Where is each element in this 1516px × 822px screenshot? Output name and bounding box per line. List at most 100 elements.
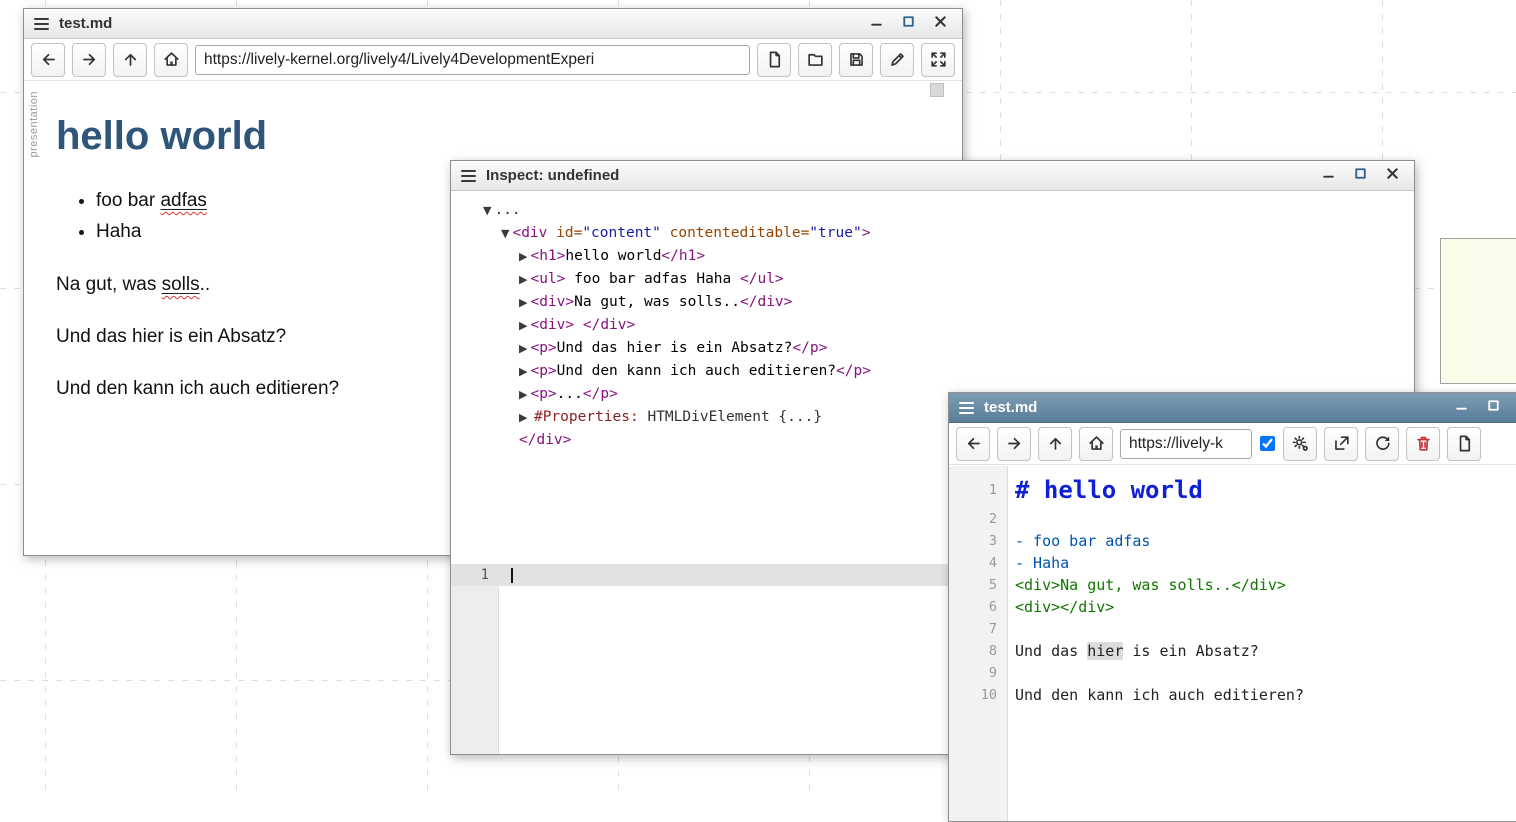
editor-line-text[interactable] — [1007, 618, 1015, 640]
expand-arrow-icon[interactable]: ▼ — [501, 227, 509, 240]
fullscreen-button[interactable] — [921, 43, 955, 77]
arrow-up-icon — [1046, 434, 1065, 453]
minimize-icon — [868, 13, 885, 35]
close-button[interactable] — [930, 14, 950, 34]
save-button[interactable] — [839, 43, 873, 77]
code-token — [574, 317, 583, 333]
tree-row[interactable]: ▶<p>Und das hier is ein Absatz?</p> — [483, 337, 1414, 360]
expand-arrow-icon[interactable]: ▶ — [519, 273, 527, 286]
editor-line[interactable]: 7 — [949, 618, 1516, 640]
reload-button[interactable] — [1365, 427, 1399, 461]
browse-folder-button[interactable] — [798, 43, 832, 77]
floppy-icon — [847, 50, 866, 69]
expand-arrow-icon[interactable]: ▶ — [519, 411, 531, 424]
expand-arrow-icon[interactable]: ▶ — [519, 388, 527, 401]
up-button[interactable] — [113, 43, 147, 77]
misspelled-word-text: solls — [162, 274, 200, 295]
code-token: - Haha — [1015, 554, 1069, 572]
code-token: Und den kann ich auch editieren? — [1015, 686, 1304, 704]
editor-line[interactable]: 8Und das hier is ein Absatz? — [949, 640, 1516, 662]
tree-row[interactable]: ▼<div id="content" contenteditable="true… — [483, 222, 1414, 245]
editor-line-text[interactable]: Und den kann ich auch editieren? — [1007, 684, 1304, 706]
menu-icon[interactable] — [34, 15, 49, 33]
window-controls — [1451, 398, 1516, 418]
expand-arrow-icon[interactable]: ▶ — [519, 342, 527, 355]
edit-button[interactable] — [880, 43, 914, 77]
editor-line[interactable]: 6<div></div> — [949, 596, 1516, 618]
editor-line-text[interactable]: # hello world — [1007, 472, 1203, 508]
code-editor[interactable]: 1# hello world23- foo bar adfas4- Haha5<… — [949, 466, 1516, 821]
editor-line-text[interactable] — [1007, 508, 1015, 530]
tree-row[interactable]: ▶<div> </div> — [483, 314, 1414, 337]
presentation-label: presentation — [28, 91, 40, 158]
editor-line-text[interactable]: - Haha — [1007, 552, 1069, 574]
editor-line[interactable]: 9 — [949, 662, 1516, 684]
refresh-icon — [1373, 434, 1392, 453]
code-token: </ul> — [740, 271, 784, 287]
editor-line-text[interactable]: - foo bar adfas — [1007, 530, 1150, 552]
editor-line[interactable]: 10Und den kann ich auch editieren? — [949, 684, 1516, 706]
back-button[interactable] — [31, 43, 65, 77]
expand-arrow-icon[interactable]: ▶ — [519, 319, 527, 332]
open-external-button[interactable] — [1324, 427, 1358, 461]
url-input[interactable] — [195, 45, 750, 75]
editor-line-text[interactable]: <div></div> — [1007, 596, 1114, 618]
tree-row[interactable]: ▶<ul> foo bar adfas Haha </ul> — [483, 268, 1414, 291]
expand-arrow-icon[interactable]: ▶ — [519, 365, 527, 378]
editor-line[interactable]: 4- Haha — [949, 552, 1516, 574]
tree-row[interactable]: ▶<div>Na gut, was solls..</div> — [483, 291, 1414, 314]
tree-row[interactable]: ▼... — [483, 199, 1414, 222]
forward-button[interactable] — [72, 43, 106, 77]
code-token: <div — [512, 225, 547, 241]
minimize-button[interactable] — [1318, 166, 1338, 186]
code-token: <div> — [530, 317, 574, 333]
new-file-button[interactable] — [1447, 427, 1481, 461]
tree-row[interactable]: ▶<p>Und den kann ich auch editieren?</p> — [483, 360, 1414, 383]
expand-icon — [929, 50, 948, 69]
line-number: 8 — [949, 640, 1007, 662]
editor-line-text[interactable]: Und das hier is ein Absatz? — [1007, 640, 1259, 662]
editor-line[interactable]: 1# hello world — [949, 472, 1516, 508]
editor-line[interactable]: 3- foo bar adfas — [949, 530, 1516, 552]
maximize-button[interactable] — [898, 14, 918, 34]
url-input[interactable] — [1120, 429, 1252, 459]
misspelled-word-text: adfas — [160, 190, 206, 211]
editor-line[interactable]: 2 — [949, 508, 1516, 530]
md-heading[interactable]: hello world — [56, 113, 962, 159]
editor-line-text[interactable] — [1007, 662, 1015, 684]
folder-icon — [806, 50, 825, 69]
titlebar[interactable]: Inspect: undefined — [451, 161, 1414, 191]
menu-icon[interactable] — [959, 399, 974, 417]
titlebar[interactable]: test.md — [949, 393, 1516, 423]
code-token: <div></div> — [1015, 598, 1114, 616]
code-token: hello world — [565, 248, 661, 264]
editor-line[interactable]: 5<div>Na gut, was solls..</div> — [949, 574, 1516, 596]
up-button[interactable] — [1038, 427, 1072, 461]
maximize-button[interactable] — [1483, 398, 1503, 418]
minimize-button[interactable] — [1451, 398, 1471, 418]
scrollbar-stub[interactable] — [930, 83, 944, 97]
tree-row[interactable]: ▶<h1>hello world</h1> — [483, 245, 1414, 268]
maximize-button[interactable] — [1350, 166, 1370, 186]
home-button[interactable] — [154, 43, 188, 77]
home-button[interactable] — [1079, 427, 1113, 461]
menu-icon[interactable] — [461, 167, 476, 185]
external-icon — [1332, 434, 1351, 453]
editor-line-text[interactable]: <div>Na gut, was solls..</div> — [1007, 574, 1286, 596]
expand-arrow-icon[interactable]: ▼ — [483, 204, 491, 217]
titlebar[interactable]: test.md — [24, 9, 962, 39]
minimize-button[interactable] — [866, 14, 886, 34]
expand-arrow-icon[interactable]: ▶ — [519, 250, 527, 263]
settings-button[interactable] — [1283, 427, 1317, 461]
auto-update-checkbox[interactable] — [1260, 436, 1275, 451]
code-token: ... — [557, 386, 583, 402]
window-markdown-editor: test.md 1# hello world23- foo bar adfas4… — [948, 392, 1516, 822]
close-button[interactable] — [1382, 166, 1402, 186]
forward-button[interactable] — [997, 427, 1031, 461]
arrow-right-icon — [1005, 434, 1024, 453]
back-button[interactable] — [956, 427, 990, 461]
expand-arrow-icon[interactable]: ▶ — [519, 296, 527, 309]
maximize-icon — [1485, 397, 1502, 419]
delete-button[interactable] — [1406, 427, 1440, 461]
new-file-button[interactable] — [757, 43, 791, 77]
